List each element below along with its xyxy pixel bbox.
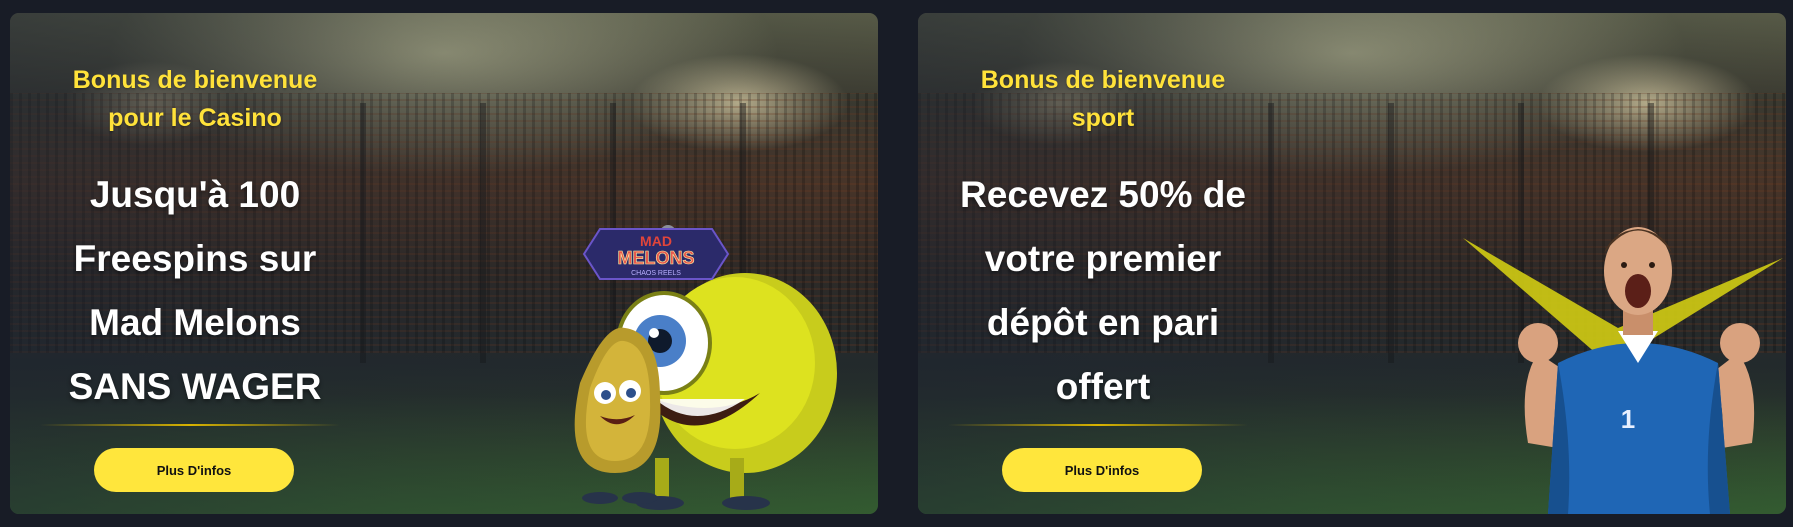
casino-more-info-button[interactable]: Plus D'infos [94, 448, 294, 492]
mad-melons-logo: MAD MELONS CHAOS REELS [582, 228, 730, 280]
svg-text:CHAOS REELS: CHAOS REELS [631, 270, 681, 277]
casino-card-eyebrow: Bonus de bienvenue pour le Casino [72, 66, 318, 132]
sport-more-info-button[interactable]: Plus D'infos [1002, 448, 1202, 492]
gold-divider [40, 424, 340, 426]
sport-card-eyebrow: Bonus de bienvenue sport [980, 66, 1226, 132]
sport-welcome-bonus-card[interactable]: 1 Bonus de bienvenue sport Recevez 50% d… [918, 13, 1786, 514]
svg-text:MAD: MAD [640, 233, 672, 249]
gold-divider [948, 424, 1248, 426]
sport-card-text: Bonus de bienvenue sport Recevez 50% de … [918, 13, 1288, 514]
celebrating-football-player: 1 [1518, 227, 1760, 514]
casino-card-headline: Jusqu'à 100 Freespins sur Mad Melons SAN… [68, 174, 322, 407]
svg-text:1: 1 [1621, 404, 1635, 434]
casino-welcome-bonus-card[interactable]: MAD MELONS CHAOS REELS Bonus de bienvenu… [10, 13, 878, 514]
casino-card-text: Bonus de bienvenue pour le Casino Jusqu'… [10, 13, 380, 514]
promo-banner-row: MAD MELONS CHAOS REELS Bonus de bienvenu… [0, 0, 1793, 527]
svg-text:MELONS: MELONS [617, 248, 694, 268]
sport-card-headline: Recevez 50% de votre premier dépôt en pa… [960, 174, 1246, 407]
